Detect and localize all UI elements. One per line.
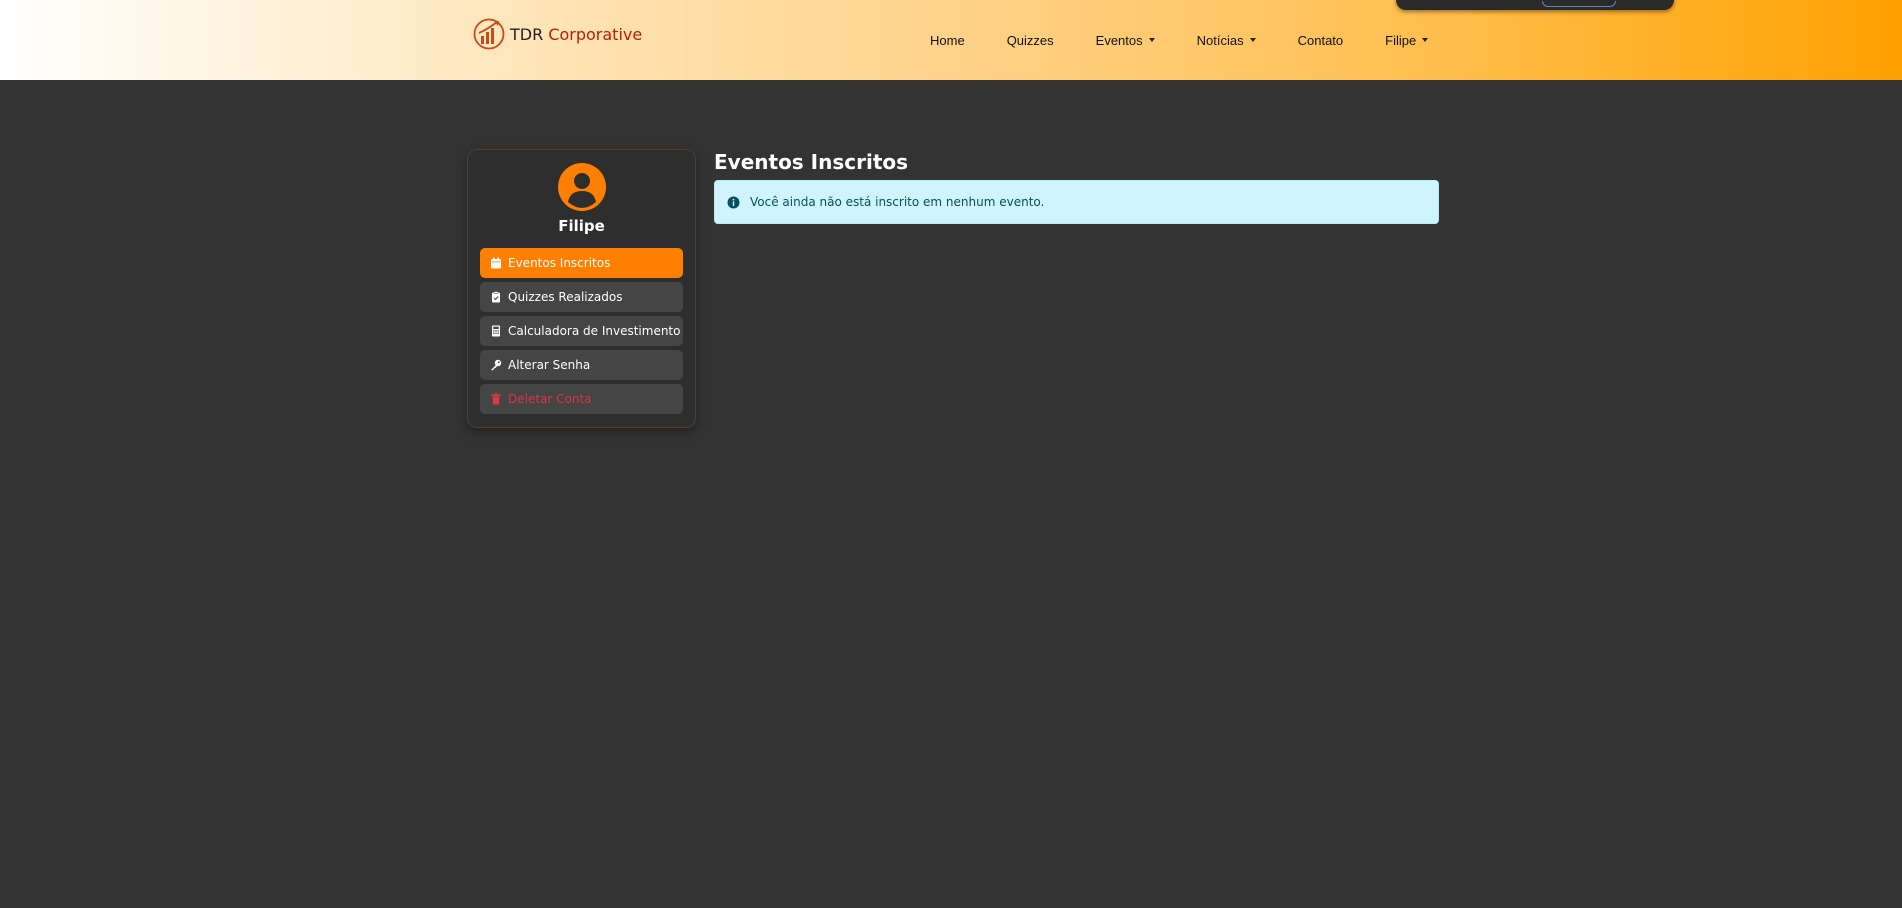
brand-name-part2: Corporative <box>548 24 643 44</box>
menu-item-deletar-conta[interactable]: Deletar Conta <box>480 384 683 414</box>
brand-name-part1: TDR <box>510 24 544 44</box>
brand-link[interactable]: TDR Corporative <box>472 16 642 52</box>
clipboard-check-icon <box>492 291 500 303</box>
nav-contato-label: Contato <box>1297 32 1344 48</box>
alert-message: Você ainda não está inscrito em nenhum e… <box>750 195 1045 209</box>
nav-quizzes-label: Quizzes <box>1006 32 1054 48</box>
trash-icon <box>491 393 501 405</box>
profile-sidebar: Filipe Eventos Inscritos Quizzes Realiza… <box>467 149 696 428</box>
floating-toolbar <box>1396 0 1674 10</box>
menu-item-label: Deletar Conta <box>508 392 592 406</box>
info-circle-icon <box>727 196 740 208</box>
calculator-icon <box>492 325 500 337</box>
nav-noticias-label: Notícias <box>1196 32 1244 48</box>
caret-down-icon <box>1249 38 1256 42</box>
profile-menu: Eventos Inscritos Quizzes Realizados Cal… <box>480 248 683 418</box>
nav-noticias-dropdown[interactable]: Notícias <box>1197 33 1256 48</box>
menu-item-label: Quizzes Realizados <box>508 290 623 304</box>
profile-username: Filipe <box>558 217 605 235</box>
menu-item-label: Calculadora de Investimento <box>508 324 681 338</box>
nav-home[interactable]: Home <box>930 33 965 48</box>
key-icon <box>491 359 502 371</box>
nav-user-dropdown[interactable]: Filipe <box>1385 32 1429 48</box>
page-title: Eventos Inscritos <box>714 150 909 174</box>
floating-toolbar-button[interactable] <box>1542 1 1616 7</box>
menu-item-calculadora[interactable]: Calculadora de Investimento <box>480 316 683 346</box>
nav-eventos-label: Eventos <box>1095 32 1143 48</box>
nav-quizzes[interactable]: Quizzes <box>1007 33 1054 48</box>
info-alert: Você ainda não está inscrito em nenhum e… <box>714 180 1439 224</box>
caret-down-icon <box>1422 38 1429 42</box>
navbar: TDR Corporative Home Quizzes Eventos Not… <box>0 0 1902 80</box>
calendar-icon <box>491 257 501 269</box>
user-circle-icon <box>558 163 606 211</box>
nav-user-label: Filipe <box>1385 32 1417 48</box>
brand-name: TDR Corporative <box>510 25 642 44</box>
nav-eventos-dropdown[interactable]: Eventos <box>1096 33 1155 48</box>
menu-item-quizzes-realizados[interactable]: Quizzes Realizados <box>480 282 683 312</box>
menu-item-eventos-inscritos[interactable]: Eventos Inscritos <box>480 248 683 278</box>
menu-item-label: Alterar Senha <box>508 358 591 372</box>
nav-links: Home Quizzes Eventos Notícias Contato Fi… <box>930 0 1470 80</box>
menu-item-label: Eventos Inscritos <box>508 256 611 270</box>
nav-contato[interactable]: Contato <box>1298 33 1344 48</box>
menu-item-alterar-senha[interactable]: Alterar Senha <box>480 350 683 380</box>
nav-home-label: Home <box>930 32 965 48</box>
logo-icon <box>473 18 505 50</box>
caret-down-icon <box>1148 38 1155 42</box>
